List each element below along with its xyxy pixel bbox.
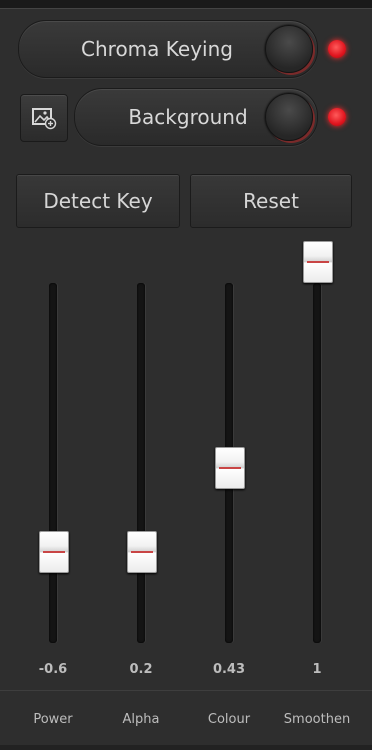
background-indicator-led [328, 108, 346, 126]
divider [0, 690, 372, 691]
smoothen-value: 1 [312, 662, 322, 677]
alpha-slider-thumb[interactable] [127, 531, 157, 573]
colour-value: 0.43 [212, 662, 246, 677]
chroma-keying-knob[interactable] [265, 25, 313, 73]
smoothen-slider-track[interactable] [313, 283, 321, 643]
smoothen-slider-thumb[interactable] [303, 241, 333, 283]
alpha-label: Alpha [122, 712, 160, 727]
power-value: -0.6 [38, 662, 68, 677]
alpha-value: 0.2 [129, 662, 153, 677]
colour-label: Colour [207, 712, 251, 727]
reset-button[interactable]: Reset [190, 174, 352, 228]
chroma-keying-indicator-led [328, 40, 346, 58]
background-toggle[interactable]: Background [74, 88, 318, 146]
chroma-keying-label: Chroma Keying [81, 37, 233, 61]
detect-key-button[interactable]: Detect Key [16, 174, 180, 228]
power-label: Power [33, 712, 73, 727]
alpha-slider-track[interactable] [137, 283, 145, 643]
top-edge [0, 0, 372, 9]
background-knob[interactable] [265, 93, 313, 141]
smoothen-label: Smoothen [283, 712, 351, 727]
power-slider-thumb[interactable] [39, 531, 69, 573]
power-slider-track[interactable] [49, 283, 57, 643]
bottom-edge [0, 745, 372, 750]
colour-slider-thumb[interactable] [215, 447, 245, 489]
background-image-button[interactable] [20, 94, 68, 142]
image-add-icon [32, 108, 57, 130]
chroma-keying-toggle[interactable]: Chroma Keying [18, 20, 318, 78]
